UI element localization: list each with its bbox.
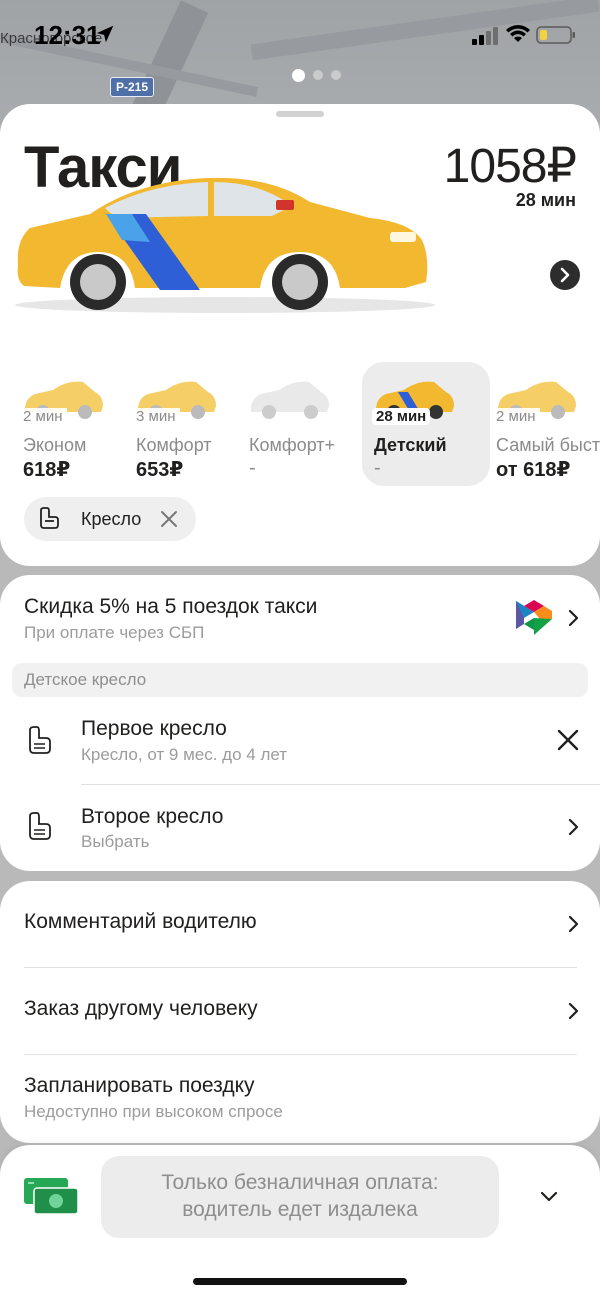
tariff-price: 618₽ [23, 459, 71, 481]
tariff-comfort[interactable]: 3 мин Комфорт 653₽ [136, 362, 264, 486]
tariff-price: - [374, 457, 381, 479]
promo-title: Скидка 5% на 5 поездок такси [24, 595, 318, 618]
tariff-carousel[interactable]: 2 мин Эконом 618₽ 3 мин Комфорт 653₽ Ком… [0, 362, 600, 488]
chip-label: Кресло [81, 509, 142, 529]
payment-bar: Только безналичная оплата: водитель едет… [0, 1145, 600, 1297]
option-title: Заказ другому человеку [24, 997, 258, 1020]
car-seat-icon [40, 507, 59, 529]
option-order-for-other[interactable]: Заказ другому человеку [0, 968, 600, 1054]
chevron-right-icon [568, 818, 579, 836]
child-seat-row-first[interactable]: Первое кресло Кресло, от 9 мес. до 4 лет [0, 699, 600, 785]
option-schedule-ride[interactable]: Запланировать поездку Недоступно при выс… [0, 1055, 600, 1143]
section-header-label: Детское кресло [24, 670, 147, 689]
arrival-time: 28 мин [515, 190, 576, 210]
options-card: Комментарий водителю Заказ другому челов… [0, 881, 600, 1143]
tariff-fastest[interactable]: 2 мин Самый быст от 618₽ [496, 362, 600, 486]
section-header-child-seat: Детское кресло [12, 663, 588, 697]
child-seat-subtitle: Выбрать [81, 832, 150, 851]
child-seat-title: Первое кресло [81, 717, 227, 740]
page-dot-active [292, 69, 305, 82]
tariff-child[interactable]: 28 мин Детский - [362, 362, 490, 486]
tariff-eta: 28 мин [372, 408, 431, 425]
promo-row[interactable]: Скидка 5% на 5 поездок такси При оплате … [0, 575, 600, 655]
tariff-price: от 618₽ [496, 459, 571, 481]
money-icon[interactable] [24, 1178, 78, 1216]
tariff-name: Комфорт+ [249, 435, 336, 455]
promo-subtitle: При оплате через СБП [24, 623, 205, 642]
child-seat-subtitle: Кресло, от 9 мес. до 4 лет [81, 745, 288, 764]
payment-info-button[interactable]: Только безналичная оплата: водитель едет… [101, 1156, 499, 1238]
car-seat-icon [29, 812, 51, 840]
option-driver-comment[interactable]: Комментарий водителю [0, 881, 600, 967]
sheet-grabber[interactable] [276, 111, 324, 117]
signal-icon [472, 27, 498, 45]
child-seat-chip[interactable]: Кресло [24, 497, 196, 541]
chevron-down-icon[interactable] [540, 1191, 558, 1203]
tariff-price: - [249, 457, 256, 479]
next-tariff-button[interactable] [550, 260, 580, 290]
page-dot [313, 70, 323, 80]
tariff-eta: 2 мин [496, 408, 540, 425]
option-title: Запланировать поездку [24, 1074, 255, 1097]
taxi-car-image [15, 177, 435, 313]
chevron-right-icon [568, 915, 579, 933]
status-time: 12:31 [34, 20, 101, 50]
chevron-right-icon [560, 267, 570, 283]
close-icon[interactable] [557, 729, 579, 751]
car-thumbnail-icon [251, 381, 329, 419]
tariff-name: Самый быст [496, 435, 600, 455]
details-card: Скидка 5% на 5 поездок такси При оплате … [0, 575, 600, 871]
payment-info-line: Только безналичная оплата: [161, 1171, 439, 1194]
status-bar: 12:31 [0, 0, 600, 82]
tariff-name: Детский [374, 435, 447, 455]
page-dot [331, 70, 341, 80]
tariff-eta: 3 мин [136, 408, 180, 425]
tariff-econom[interactable]: 2 мин Эконом 618₽ [23, 362, 151, 486]
chevron-right-icon [568, 609, 579, 627]
payment-info-line: водитель едет издалека [182, 1198, 418, 1221]
chevron-right-icon [568, 1002, 579, 1020]
option-title: Комментарий водителю [24, 910, 257, 933]
tariff-card: Такси 1058₽ 28 мин 2 мин Эконом 618₽ 3 м… [0, 104, 600, 566]
close-icon[interactable] [160, 510, 178, 528]
child-seat-row-second[interactable]: Второе кресло Выбрать [0, 785, 600, 871]
tariff-price: 653₽ [136, 459, 184, 481]
location-arrow-icon [96, 25, 114, 43]
option-subtitle: Недоступно при высоком спросе [24, 1102, 283, 1121]
road-badge: Р-215 [110, 77, 155, 97]
child-seat-title: Второе кресло [81, 805, 224, 828]
car-seat-icon [29, 726, 51, 754]
tariff-name: Эконом [23, 435, 87, 455]
sbp-logo-icon [516, 600, 552, 635]
page-indicator [292, 69, 341, 82]
wifi-icon [506, 25, 530, 42]
price-total: 1058₽ [443, 140, 577, 193]
tariff-comfort-plus[interactable]: Комфорт+ - [249, 362, 377, 486]
tariff-name: Комфорт [136, 435, 212, 455]
home-indicator[interactable] [193, 1278, 407, 1285]
battery-icon [536, 26, 575, 44]
tariff-eta: 2 мин [23, 408, 67, 425]
